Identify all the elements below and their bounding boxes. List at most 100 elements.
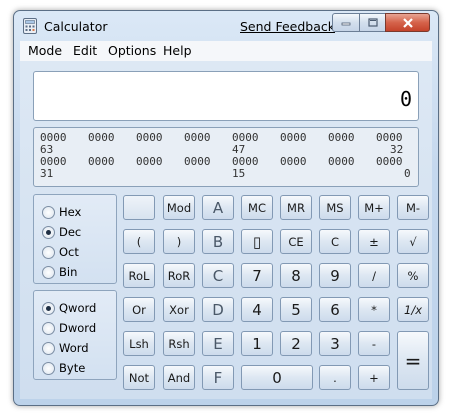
digit-0-key[interactable]: 0 xyxy=(241,365,313,390)
maximize-button[interactable] xyxy=(359,13,386,32)
add-key[interactable]: + xyxy=(358,365,390,390)
memory-add-key[interactable]: M+ xyxy=(358,195,390,220)
bit-group: 0000 xyxy=(136,155,163,168)
radio-dword[interactable]: Dword xyxy=(42,320,96,336)
percent-key[interactable]: % xyxy=(397,263,429,288)
digit-7-key[interactable]: 7 xyxy=(241,263,273,288)
radio-button[interactable] xyxy=(42,245,55,259)
radio-label: Byte xyxy=(59,361,86,375)
title-bar[interactable]: Calculator Send Feedback xyxy=(14,11,438,41)
bit-group: 0000 xyxy=(376,155,403,168)
hex-c-key[interactable]: C xyxy=(202,263,234,288)
or-key[interactable]: Or xyxy=(123,297,155,322)
number-base-group: Hex Dec Oct Bin xyxy=(33,194,117,284)
radio-label: Dec xyxy=(59,225,82,239)
digit-5-key[interactable]: 5 xyxy=(280,297,312,322)
open-paren-key[interactable]: ( xyxy=(123,229,155,254)
close-icon xyxy=(402,17,413,28)
close-paren-key[interactable]: ) xyxy=(163,229,195,254)
radio-word[interactable]: Word xyxy=(42,340,89,356)
menu-options[interactable]: Options xyxy=(108,43,156,58)
subtract-key[interactable]: - xyxy=(358,331,390,356)
display-value: 0 xyxy=(399,87,412,111)
bit-group: 0000 xyxy=(328,131,355,144)
radio-oct[interactable]: Oct xyxy=(42,244,79,260)
digit-2-key[interactable]: 2 xyxy=(280,331,312,356)
decimal-point-key[interactable]: . xyxy=(319,365,351,390)
radio-button[interactable] xyxy=(42,301,55,315)
window-title: Calculator xyxy=(44,19,108,34)
radio-qword[interactable]: Qword xyxy=(42,300,96,316)
digit-4-key[interactable]: 4 xyxy=(241,297,273,322)
reciprocal-key[interactable]: 1/x xyxy=(397,297,429,322)
memory-clear-key[interactable]: MC xyxy=(241,195,273,220)
rotate-right-key[interactable]: RoR xyxy=(163,263,195,288)
bit-group: 0000 xyxy=(328,155,355,168)
clear-key[interactable]: C xyxy=(319,229,351,254)
hex-a-key[interactable]: A xyxy=(202,195,234,220)
hex-b-key[interactable]: B xyxy=(202,229,234,254)
close-button[interactable] xyxy=(385,13,430,32)
digit-8-key[interactable]: 8 xyxy=(280,263,312,288)
radio-button[interactable] xyxy=(42,361,55,375)
radio-button[interactable] xyxy=(42,205,55,219)
menu-bar: Mode Edit Options Help xyxy=(20,41,432,61)
radio-button[interactable] xyxy=(42,321,55,335)
hex-e-key[interactable]: E xyxy=(202,331,234,356)
and-key[interactable]: And xyxy=(163,365,195,390)
radio-bin[interactable]: Bin xyxy=(42,264,77,280)
bit-position-label: 15 xyxy=(232,167,246,180)
clear-entry-key[interactable]: CE xyxy=(280,229,312,254)
maximize-icon xyxy=(367,18,378,27)
not-key[interactable]: Not xyxy=(123,365,155,390)
menu-help[interactable]: Help xyxy=(163,43,192,58)
digit-3-key[interactable]: 3 xyxy=(319,331,351,356)
digit-9-key[interactable]: 9 xyxy=(319,263,351,288)
radio-button[interactable] xyxy=(42,265,55,279)
rotate-left-key[interactable]: RoL xyxy=(123,263,155,288)
calculator-icon xyxy=(23,18,37,34)
square-root-key[interactable]: √ xyxy=(397,229,429,254)
minimize-button[interactable] xyxy=(332,13,360,32)
bit-group: 0000 xyxy=(280,131,307,144)
memory-recall-key[interactable]: MR xyxy=(280,195,312,220)
radio-label: Hex xyxy=(59,205,82,219)
menu-edit[interactable]: Edit xyxy=(73,43,97,58)
calculator-body: 0 0000 0000 0000 0000 0000 0000 0000 000… xyxy=(20,61,432,399)
memory-subtract-key[interactable]: M- xyxy=(397,195,429,220)
radio-hex[interactable]: Hex xyxy=(42,204,81,220)
bit-group: 0000 xyxy=(184,155,211,168)
hex-d-key[interactable]: D xyxy=(202,297,234,322)
radio-byte[interactable]: Byte xyxy=(42,360,85,376)
left-shift-key[interactable]: Lsh xyxy=(123,331,155,356)
radio-dec[interactable]: Dec xyxy=(42,224,81,240)
digit-6-key[interactable]: 6 xyxy=(319,297,351,322)
equals-key[interactable]: = xyxy=(397,331,429,390)
bit-display: 0000 0000 0000 0000 0000 0000 0000 0000 … xyxy=(33,127,419,187)
bit-group: 0000 xyxy=(88,131,115,144)
hex-f-key[interactable]: F xyxy=(202,365,234,390)
negate-key[interactable]: ± xyxy=(358,229,390,254)
right-shift-key[interactable]: Rsh xyxy=(163,331,195,356)
bit-group: 0000 xyxy=(280,155,307,168)
blank-key[interactable] xyxy=(123,195,155,220)
menu-mode[interactable]: Mode xyxy=(28,43,62,58)
digit-1-key[interactable]: 1 xyxy=(241,331,273,356)
multiply-key[interactable]: * xyxy=(358,297,390,322)
minimize-icon xyxy=(341,22,351,25)
display: 0 xyxy=(33,71,419,121)
mod-key[interactable]: Mod xyxy=(163,195,195,220)
radio-label: Qword xyxy=(59,301,97,315)
backspace-key[interactable]: ▯ xyxy=(241,229,273,254)
bit-group: 0000 xyxy=(88,155,115,168)
radio-label: Bin xyxy=(59,265,78,279)
bit-position-label: 0 xyxy=(404,167,411,180)
calculator-window: Calculator Send Feedback Mode Edit Optio… xyxy=(13,10,439,406)
radio-button[interactable] xyxy=(42,225,55,239)
send-feedback-link[interactable]: Send Feedback xyxy=(240,19,335,34)
divide-key[interactable]: / xyxy=(358,263,390,288)
memory-store-key[interactable]: MS xyxy=(319,195,351,220)
radio-label: Word xyxy=(59,341,89,355)
xor-key[interactable]: Xor xyxy=(163,297,195,322)
radio-button[interactable] xyxy=(42,341,55,355)
